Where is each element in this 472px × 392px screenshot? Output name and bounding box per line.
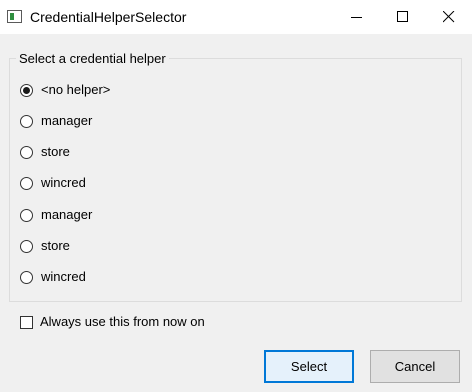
radio-button[interactable] (20, 146, 33, 159)
always-use-checkbox[interactable] (20, 316, 33, 329)
radio-button[interactable] (20, 240, 33, 253)
close-button[interactable] (426, 0, 472, 34)
radio-button[interactable] (20, 115, 33, 128)
close-icon (443, 11, 455, 23)
radio-label: wincred (41, 175, 86, 190)
radio-label: wincred (41, 269, 86, 284)
radio-button[interactable] (20, 177, 33, 190)
maximize-icon (397, 11, 408, 22)
radio-selected-dot (23, 87, 30, 94)
radio-label: store (41, 144, 70, 159)
minimize-icon (351, 17, 362, 18)
radio-button[interactable] (20, 271, 33, 284)
radio-button[interactable] (20, 209, 33, 222)
title-bar[interactable]: CredentialHelperSelector (0, 0, 472, 34)
app-icon (7, 10, 22, 23)
select-button[interactable]: Select (264, 350, 354, 383)
radio-label: store (41, 238, 70, 253)
radio-label: manager (41, 113, 93, 128)
minimize-button[interactable] (334, 0, 380, 34)
radio-button[interactable] (20, 84, 33, 97)
maximize-button[interactable] (380, 0, 426, 34)
radio-label: <no helper> (41, 82, 111, 97)
groupbox-label: Select a credential helper (16, 51, 169, 66)
radio-label: manager (41, 207, 93, 222)
always-use-label: Always use this from now on (40, 314, 205, 329)
window-title: CredentialHelperSelector (30, 9, 187, 25)
cancel-button[interactable]: Cancel (370, 350, 460, 383)
